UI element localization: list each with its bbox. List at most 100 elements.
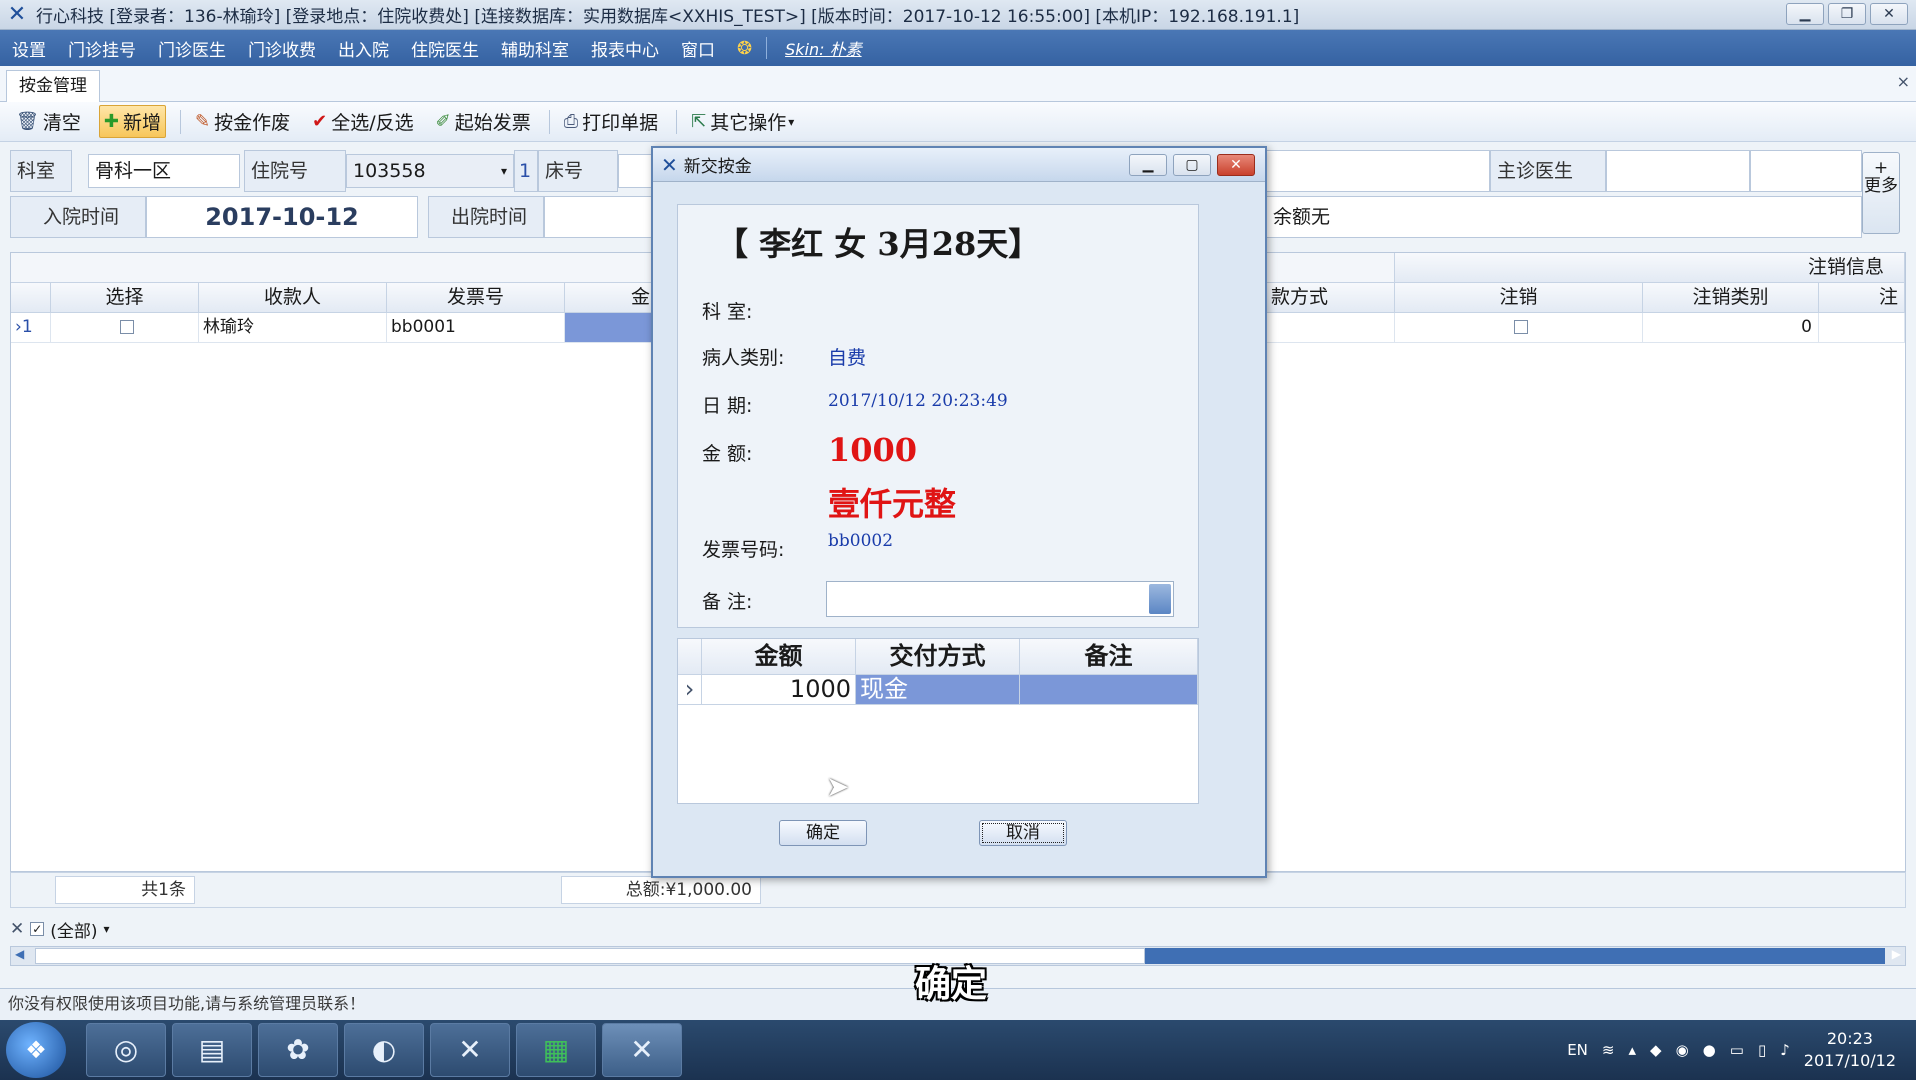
invoice-icon: ✐ bbox=[435, 111, 451, 132]
menu-outpatient-register[interactable]: 门诊挂号 bbox=[68, 36, 136, 61]
col-note-header[interactable]: 注 bbox=[1819, 283, 1905, 313]
remark-input[interactable] bbox=[826, 581, 1174, 617]
close-tab-icon[interactable]: × bbox=[1897, 72, 1910, 91]
cancel-info-group-header: 注销信息 bbox=[1395, 253, 1905, 283]
admit-time-label: 入院时间 bbox=[10, 196, 146, 238]
amount-value: 1000 bbox=[828, 431, 918, 469]
tray-clock[interactable]: 20:23 2017/10/12 bbox=[1804, 1028, 1896, 1072]
remark-dropdown-button[interactable] bbox=[1149, 584, 1171, 614]
checkbox[interactable] bbox=[119, 320, 134, 334]
pay-row-method[interactable]: 现金 bbox=[856, 675, 1020, 705]
date-value: 2017/10/12 20:23:49 bbox=[828, 391, 1008, 411]
invoice-no-label: 发票号码: bbox=[702, 539, 785, 561]
inpatient-suffix[interactable]: 1 bbox=[514, 150, 538, 192]
dept-label: 科室 bbox=[10, 150, 72, 192]
qq-icon[interactable]: ● bbox=[1703, 1041, 1716, 1059]
row-indicator[interactable]: ›1 bbox=[11, 313, 51, 343]
input-language[interactable]: EN bbox=[1567, 1041, 1588, 1059]
toolbar-separator bbox=[179, 109, 181, 134]
scrollbar-thumb[interactable] bbox=[1145, 948, 1885, 964]
dialog-title-bar[interactable]: ✕ 新交按金 ▁ ▢ ✕ bbox=[653, 148, 1265, 182]
menu-admission[interactable]: 出入院 bbox=[338, 36, 389, 61]
row-cancel-checkbox[interactable] bbox=[1395, 313, 1643, 343]
taskbar-excel-icon[interactable]: ▦ bbox=[516, 1023, 596, 1077]
clipboard-icon[interactable]: ▯ bbox=[1758, 1041, 1766, 1059]
network-icon[interactable]: ▭ bbox=[1730, 1041, 1744, 1059]
add-button[interactable]: ✚ 新增 bbox=[98, 105, 166, 138]
row-pay-method bbox=[1267, 313, 1395, 343]
taskbar-tool-icon[interactable]: ✕ bbox=[430, 1023, 510, 1077]
start-invoice-button[interactable]: ✐ 起始发票 bbox=[432, 106, 535, 137]
pay-col-amount-header[interactable]: 金额 bbox=[702, 639, 856, 675]
menu-settings[interactable]: 设置 bbox=[12, 36, 46, 61]
pay-col-method-header[interactable]: 交付方式 bbox=[856, 639, 1020, 675]
filter-checkbox[interactable]: ✓ bbox=[30, 922, 45, 936]
col-select-header[interactable]: 选择 bbox=[51, 283, 199, 313]
pay-row-remark[interactable] bbox=[1020, 675, 1198, 705]
palette-icon[interactable]: ❂ bbox=[737, 38, 752, 59]
row-amount-selected[interactable] bbox=[565, 313, 655, 343]
chevron-down-icon[interactable]: ▾ bbox=[104, 922, 110, 936]
tab-deposit-management[interactable]: 按金管理 bbox=[6, 70, 100, 102]
skin-link[interactable]: Skin: 朴素 bbox=[785, 36, 862, 60]
wifi-icon[interactable]: ≋ bbox=[1602, 1041, 1615, 1059]
col-cancel-type-header[interactable]: 注销类别 bbox=[1643, 283, 1819, 313]
taskbar-cloud-icon[interactable]: ✿ bbox=[258, 1023, 338, 1077]
void-deposit-button[interactable]: ✎ 按金作废 bbox=[191, 106, 294, 137]
volume-icon[interactable]: ♪ bbox=[1780, 1041, 1790, 1059]
scroll-left-icon[interactable]: ◀ bbox=[15, 947, 24, 961]
tray-expand-icon[interactable]: ▴ bbox=[1628, 1041, 1636, 1059]
pay-col-remark-header[interactable]: 备注 bbox=[1020, 639, 1198, 675]
taskbar-chat-icon[interactable]: ◐ bbox=[344, 1023, 424, 1077]
tray-app-icon[interactable]: ◆ bbox=[1650, 1041, 1662, 1059]
clear-button[interactable]: 🗑 清空 bbox=[12, 106, 85, 137]
minimize-button[interactable]: ▁ bbox=[1786, 3, 1824, 25]
scroll-right-icon[interactable]: ▶ bbox=[1892, 947, 1901, 961]
wechat-icon[interactable]: ◉ bbox=[1676, 1041, 1689, 1059]
menu-inpatient-doctor[interactable]: 住院医生 bbox=[411, 36, 479, 61]
pay-row-amount[interactable]: 1000 bbox=[702, 675, 856, 705]
taskbar-browser-icon[interactable]: ◎ bbox=[86, 1023, 166, 1077]
dept-input[interactable]: 骨科一区 bbox=[88, 154, 240, 188]
print-button[interactable]: ⎙ 打印单据 bbox=[560, 106, 662, 137]
dialog-maximize-button[interactable]: ▢ bbox=[1173, 154, 1211, 176]
other-actions-button[interactable]: ⇱ 其它操作 ▾ bbox=[687, 106, 798, 137]
row-select-checkbox[interactable] bbox=[51, 313, 199, 343]
col-invoice-header[interactable]: 发票号 bbox=[387, 283, 565, 313]
row-payee: 林瑜玲 bbox=[199, 313, 387, 343]
start-button[interactable]: ❖ bbox=[6, 1022, 66, 1078]
row-indicator-header bbox=[11, 283, 51, 313]
restore-button[interactable]: ❐ bbox=[1828, 3, 1866, 25]
col-cancel-header[interactable]: 注销 bbox=[1395, 283, 1643, 313]
taskbar-his-app-icon[interactable]: ✕ bbox=[602, 1023, 682, 1077]
col-payee-header[interactable]: 收款人 bbox=[199, 283, 387, 313]
menu-window[interactable]: 窗口 bbox=[681, 36, 715, 61]
menu-outpatient-doctor[interactable]: 门诊医生 bbox=[158, 36, 226, 61]
date-label: 日 期: bbox=[702, 395, 753, 417]
col-amount-header[interactable]: 金 bbox=[565, 283, 655, 313]
more-button[interactable]: + 更多 bbox=[1862, 152, 1900, 234]
menu-report-center[interactable]: 报表中心 bbox=[591, 36, 659, 61]
plus-icon: ✚ bbox=[103, 111, 119, 132]
row-invoice: bb0001 bbox=[387, 313, 565, 343]
taskbar-folder-icon[interactable]: ▤ bbox=[172, 1023, 252, 1077]
cancel-button[interactable]: 取消 bbox=[979, 820, 1067, 846]
ok-button[interactable]: 确定 bbox=[779, 820, 867, 846]
menu-auxiliary-dept[interactable]: 辅助科室 bbox=[501, 36, 569, 61]
pay-row-indicator[interactable]: › bbox=[678, 675, 702, 705]
dialog-minimize-button[interactable]: ▁ bbox=[1129, 154, 1167, 176]
system-tray: EN ≋ ▴ ◆ ◉ ● ▭ ▯ ♪ 20:23 2017/10/12 bbox=[1567, 1020, 1896, 1080]
menu-outpatient-billing[interactable]: 门诊收费 bbox=[248, 36, 316, 61]
trash-icon: 🗑 bbox=[16, 111, 39, 132]
clear-filter-icon[interactable]: ✕ bbox=[10, 919, 24, 939]
col-pay-method-header[interactable]: 款方式 bbox=[1267, 283, 1395, 313]
close-window-button[interactable]: ✕ bbox=[1870, 3, 1908, 25]
select-all-button[interactable]: ✔ 全选/反选 bbox=[308, 106, 418, 137]
checkmark-icon: ✔ bbox=[312, 111, 328, 132]
dialog-close-button[interactable]: ✕ bbox=[1217, 154, 1255, 176]
inpatient-no-select[interactable]: 103558 ▾ bbox=[346, 154, 514, 188]
checkbox[interactable] bbox=[1513, 320, 1528, 334]
filter-label[interactable]: (全部) bbox=[50, 917, 97, 942]
form-blank-cell bbox=[1750, 150, 1862, 192]
doctor-input[interactable] bbox=[1606, 150, 1750, 192]
